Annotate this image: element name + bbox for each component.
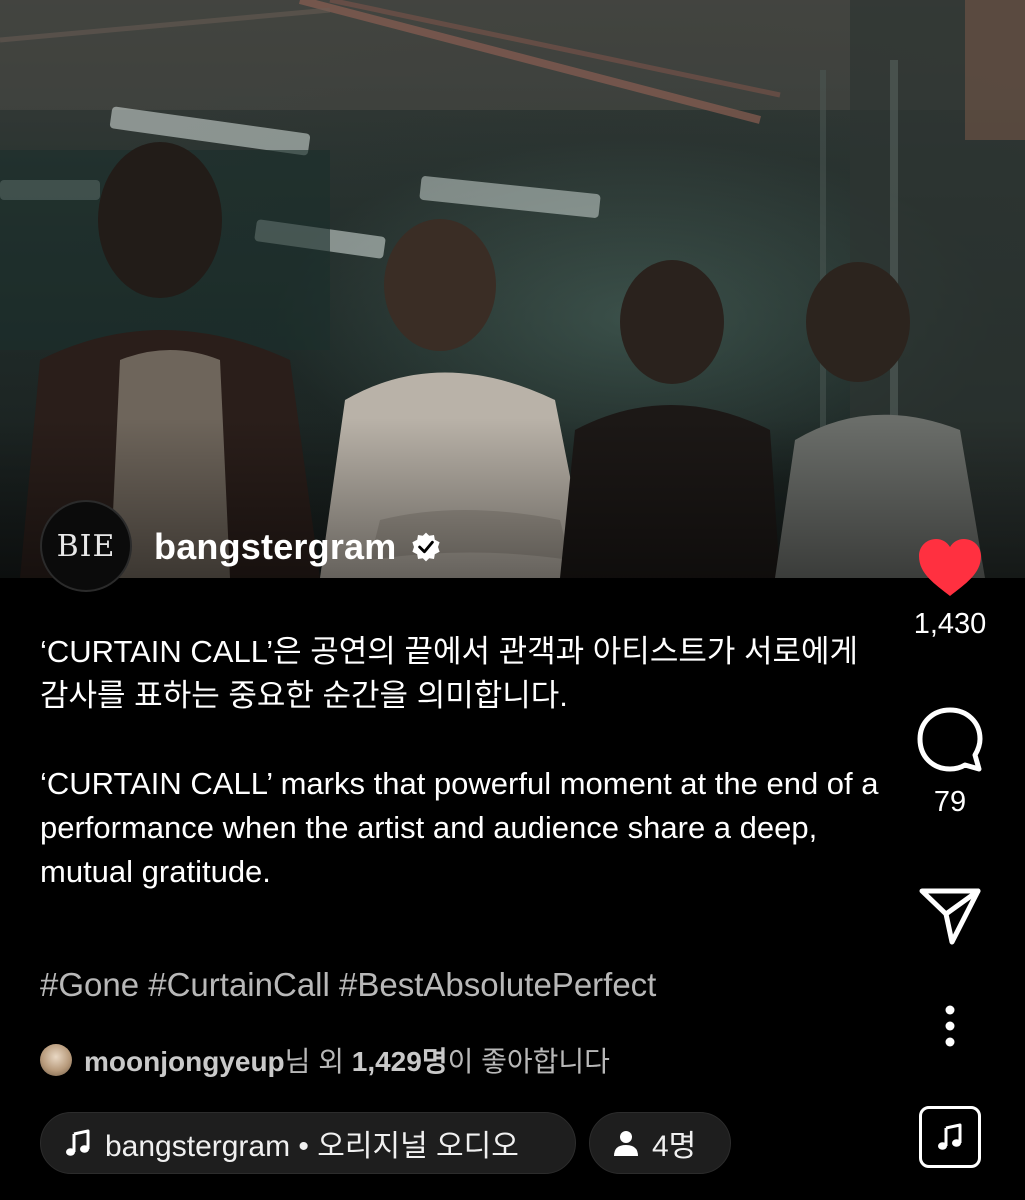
liker-username[interactable]: moonjongyeup xyxy=(84,1046,285,1077)
like-action[interactable]: 1,430 xyxy=(900,538,1000,641)
profile-avatar[interactable]: BIE xyxy=(40,500,132,592)
share-action[interactable] xyxy=(900,886,1000,946)
username-row[interactable]: bangstergram xyxy=(154,526,442,568)
comment-action[interactable]: 79 xyxy=(900,706,1000,819)
verified-icon xyxy=(412,532,441,562)
post-caption[interactable]: ‘CURTAIN CALL’은 공연의 끝에서 관객과 아티스트가 서로에게 감… xyxy=(40,630,880,894)
comment-icon[interactable] xyxy=(916,706,984,776)
likes-suffix-1: 님 외 xyxy=(284,1046,352,1077)
username[interactable]: bangstergram xyxy=(154,526,396,568)
music-note-icon xyxy=(66,1129,90,1156)
more-icon[interactable] xyxy=(943,1005,957,1047)
person-icon xyxy=(614,1131,638,1156)
caption-korean: ‘CURTAIN CALL’은 공연의 끝에서 관객과 아티스트가 서로에게 감… xyxy=(40,634,859,713)
music-note-icon xyxy=(938,1123,962,1150)
hashtags[interactable]: #Gone #CurtainCall #BestAbsolutePerfect xyxy=(40,966,656,1004)
tagged-count: 4명 xyxy=(652,1130,697,1163)
tagged-people-pill[interactable]: 4명 xyxy=(589,1112,731,1174)
audio-thumbnail-button[interactable] xyxy=(919,1106,981,1168)
caption-english: ‘CURTAIN CALL’ marks that powerful momen… xyxy=(40,766,879,889)
audio-pill[interactable]: bangstergram • 오리지널 오디오 xyxy=(40,1112,576,1174)
share-icon[interactable] xyxy=(918,886,982,946)
brand-logo: BIE xyxy=(56,528,116,564)
liker-avatar xyxy=(40,1044,72,1076)
like-count[interactable]: 1,430 xyxy=(914,608,987,641)
liked-by-row[interactable]: moonjongyeup님 외 1,429명이 좋아합니다 xyxy=(40,1040,610,1080)
post-video[interactable] xyxy=(0,0,1025,578)
likes-suffix-2: 이 좋아합니다 xyxy=(447,1046,610,1077)
comment-count[interactable]: 79 xyxy=(934,786,966,819)
likes-count[interactable]: 1,429명 xyxy=(352,1046,448,1077)
heart-icon[interactable] xyxy=(917,538,983,598)
more-action[interactable] xyxy=(900,1005,1000,1047)
audio-label: bangstergram • 오리지널 오디오 xyxy=(105,1130,519,1163)
